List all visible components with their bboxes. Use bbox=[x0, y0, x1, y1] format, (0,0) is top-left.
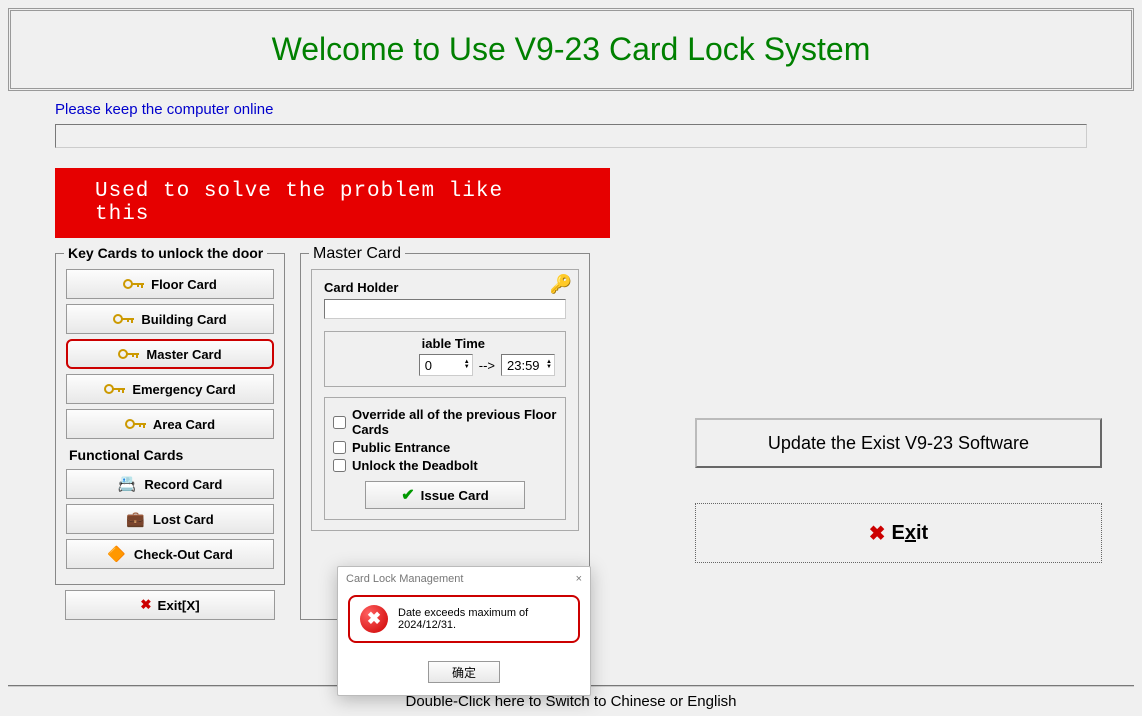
dialog-titlebar: Card Lock Management × bbox=[338, 567, 590, 591]
time-from-value: 0 bbox=[425, 358, 432, 373]
dialog-ok-button[interactable]: 确定 bbox=[428, 661, 500, 683]
key-icon bbox=[118, 349, 138, 359]
header-panel: Welcome to Use V9-23 Card Lock System bbox=[8, 8, 1134, 91]
checkout-icon: 🔶 bbox=[107, 545, 126, 563]
spinner-arrows-icon[interactable]: ▲▼ bbox=[464, 360, 470, 370]
keycards-fieldset: Key Cards to unlock the door Floor Card … bbox=[55, 253, 285, 585]
close-icon: ✖ bbox=[140, 597, 151, 613]
check-icon: ✔ bbox=[401, 485, 414, 505]
mastercard-inner: 🔑 Card Holder iable Time 0 ▲▼ --> bbox=[311, 269, 579, 531]
lost-icon: 💼 bbox=[126, 510, 145, 528]
deadbolt-checkbox[interactable] bbox=[333, 459, 346, 472]
dialog-title: Card Lock Management bbox=[346, 573, 463, 585]
override-checkbox[interactable] bbox=[333, 416, 346, 429]
floor-card-label: Floor Card bbox=[151, 277, 217, 292]
issue-card-button[interactable]: ✔ Issue Card bbox=[365, 481, 525, 509]
exit-label: Exit bbox=[892, 522, 929, 545]
checkout-card-label: Check-Out Card bbox=[134, 547, 233, 562]
key-icon bbox=[113, 314, 133, 324]
override-checkbox-row[interactable]: Override all of the previous Floor Cards bbox=[333, 407, 557, 437]
master-card-button[interactable]: Master Card bbox=[66, 339, 274, 369]
lost-card-button[interactable]: 💼 Lost Card bbox=[66, 504, 274, 534]
public-entrance-label: Public Entrance bbox=[352, 440, 450, 455]
mastercard-label: Master Card bbox=[309, 245, 405, 263]
lost-card-label: Lost Card bbox=[153, 512, 214, 527]
time-label: iable Time bbox=[422, 336, 485, 351]
building-card-button[interactable]: Building Card bbox=[66, 304, 274, 334]
public-entrance-checkbox-row[interactable]: Public Entrance bbox=[333, 440, 557, 455]
key-icon bbox=[104, 384, 124, 394]
checkout-card-button[interactable]: 🔶 Check-Out Card bbox=[66, 539, 274, 569]
issue-card-label: Issue Card bbox=[421, 488, 489, 503]
record-card-label: Record Card bbox=[144, 477, 222, 492]
time-box: iable Time 0 ▲▼ --> 23:59 ▲▼ bbox=[324, 331, 566, 387]
exit-small-button[interactable]: ✖ Exit[X] bbox=[65, 590, 275, 620]
time-to-spinner[interactable]: 23:59 ▲▼ bbox=[501, 354, 555, 376]
error-icon: ✖ bbox=[360, 605, 388, 633]
cardholder-label: Card Holder bbox=[324, 280, 566, 295]
spinner-arrows-icon[interactable]: ▲▼ bbox=[546, 360, 552, 370]
dialog-close-icon[interactable]: × bbox=[576, 573, 582, 585]
functional-label: Functional Cards bbox=[69, 447, 274, 463]
arrow-label: --> bbox=[479, 358, 495, 373]
keycards-label: Key Cards to unlock the door bbox=[64, 245, 267, 261]
deadbolt-label: Unlock the Deadbolt bbox=[352, 458, 478, 473]
public-entrance-checkbox[interactable] bbox=[333, 441, 346, 454]
update-software-button[interactable]: Update the Exist V9-23 Software bbox=[695, 418, 1102, 468]
record-icon: 📇 bbox=[118, 475, 137, 493]
emergency-card-button[interactable]: Emergency Card bbox=[66, 374, 274, 404]
floor-card-button[interactable]: Floor Card bbox=[66, 269, 274, 299]
key-icon bbox=[125, 419, 145, 429]
right-panel: Update the Exist V9-23 Software ✖ Exit bbox=[610, 168, 1142, 563]
record-card-button[interactable]: 📇 Record Card bbox=[66, 469, 274, 499]
status-bar bbox=[55, 124, 1087, 148]
banner-text: Used to solve the problem like this bbox=[55, 168, 610, 238]
time-to-value: 23:59 bbox=[507, 358, 540, 373]
close-icon: ✖ bbox=[869, 521, 886, 546]
options-box: Override all of the previous Floor Cards… bbox=[324, 397, 566, 520]
example-panel: Used to solve the problem like this Key … bbox=[55, 168, 610, 620]
key-icon bbox=[123, 279, 143, 289]
exit-small-label: Exit[X] bbox=[157, 598, 199, 613]
emergency-card-label: Emergency Card bbox=[132, 382, 235, 397]
page-title: Welcome to Use V9-23 Card Lock System bbox=[11, 31, 1131, 68]
exit-button[interactable]: ✖ Exit bbox=[695, 503, 1102, 563]
master-card-label: Master Card bbox=[146, 347, 221, 362]
online-notice: Please keep the computer online bbox=[55, 101, 1087, 118]
dialog-message: Date exceeds maximum of 2024/12/31. bbox=[398, 607, 568, 631]
area-card-button[interactable]: Area Card bbox=[66, 409, 274, 439]
area-card-label: Area Card bbox=[153, 417, 215, 432]
time-from-spinner[interactable]: 0 ▲▼ bbox=[419, 354, 473, 376]
override-label: Override all of the previous Floor Cards bbox=[352, 407, 557, 437]
error-dialog: Card Lock Management × ✖ Date exceeds ma… bbox=[337, 566, 591, 696]
cardholder-input[interactable] bbox=[324, 299, 566, 319]
mastercard-fieldset: Master Card 🔑 Card Holder iable Time 0 ▲… bbox=[300, 253, 590, 620]
deadbolt-checkbox-row[interactable]: Unlock the Deadbolt bbox=[333, 458, 557, 473]
building-card-label: Building Card bbox=[141, 312, 226, 327]
keys-badge-icon: 🔑 bbox=[550, 274, 572, 295]
